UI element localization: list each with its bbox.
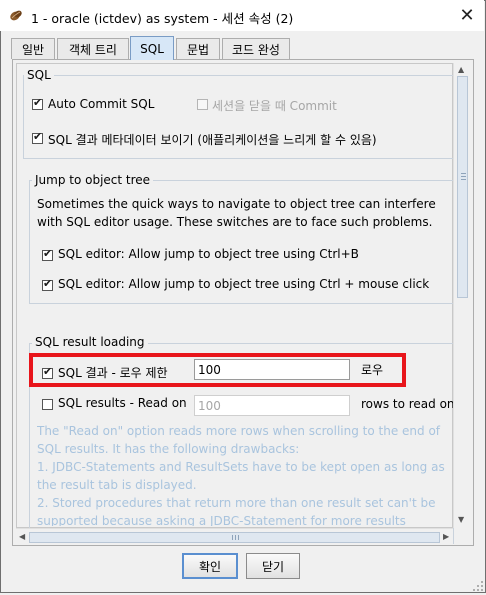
- tab-label: 문법: [186, 42, 210, 57]
- resize-grip-icon[interactable]: [472, 580, 484, 592]
- read-on-unit: rows to read on: [361, 397, 455, 411]
- scroll-up-icon[interactable]: ▲: [458, 65, 464, 74]
- scroll-down-icon[interactable]: ▼: [458, 515, 464, 524]
- read-on-checkbox[interactable]: [42, 399, 53, 410]
- commit-on-close-checkbox[interactable]: [197, 99, 208, 110]
- tab-label: 코드 완성: [232, 42, 280, 57]
- result-loading-group-title: SQL result loading: [32, 335, 148, 349]
- tab-code-completion[interactable]: 코드 완성: [222, 38, 290, 59]
- row-limit-highlight-box: [29, 353, 406, 387]
- tab-label: 객체 트리: [69, 42, 117, 57]
- grip-line: [461, 179, 466, 180]
- scroll-right-icon[interactable]: ▶: [443, 532, 449, 541]
- close-icon[interactable]: ✕: [453, 2, 481, 28]
- tab-label: 일반: [21, 42, 45, 57]
- ok-button[interactable]: 확인: [182, 553, 238, 579]
- show-metadata-checkbox[interactable]: [32, 130, 43, 144]
- scroll-left-icon[interactable]: ◀: [19, 532, 25, 541]
- vertical-scrollbar[interactable]: ▲ ▼: [453, 63, 470, 528]
- grip-line: [238, 535, 239, 540]
- close-button[interactable]: 닫기: [246, 553, 300, 579]
- title-bar: 1 - oracle (ictdev) as system - 세션 속성 (2…: [0, 0, 484, 31]
- commit-on-close-label: 세션을 닫을 때 Commit: [212, 99, 337, 113]
- vertical-scroll-thumb[interactable]: [457, 76, 468, 298]
- grip-line: [461, 176, 466, 177]
- horizontal-scrollbar[interactable]: ◀ ▶: [16, 528, 453, 545]
- jump-description: Sometimes the quick ways to navigate to …: [37, 197, 436, 229]
- auto-commit-label: Auto Commit SQL: [48, 97, 155, 111]
- show-metadata-label: SQL 결과 메타데이터 보이기 (애플리케이션을 느리게 할 수 있음): [48, 133, 377, 147]
- window-title: 1 - oracle (ictdev) as system - 세션 속성 (2…: [31, 11, 294, 26]
- grip-line: [232, 535, 233, 540]
- read-on-input[interactable]: 100: [194, 395, 350, 416]
- jump-group-title: Jump to object tree: [32, 173, 154, 187]
- ctrl-b-label: SQL editor: Allow jump to object tree us…: [58, 247, 359, 261]
- horizontal-scroll-thumb[interactable]: [29, 532, 440, 543]
- read-on-description: The "Read on" option reads more rows whe…: [37, 424, 445, 526]
- sql-group-title: SQL: [24, 68, 54, 82]
- auto-commit-checkbox[interactable]: [32, 96, 43, 110]
- grip-line: [235, 535, 236, 540]
- ctrl-click-checkbox[interactable]: [42, 277, 53, 291]
- tab-general[interactable]: 일반: [11, 38, 55, 59]
- ctrl-b-checkbox[interactable]: [42, 247, 53, 261]
- tab-label: SQL: [140, 41, 164, 56]
- tab-syntax[interactable]: 문법: [176, 38, 220, 59]
- tab-sql[interactable]: SQL: [130, 36, 174, 60]
- coffee-bean-icon: [9, 9, 23, 21]
- ctrl-click-label: SQL editor: Allow jump to object tree us…: [58, 277, 430, 291]
- tab-object-tree[interactable]: 객체 트리: [57, 38, 129, 59]
- read-on-label: SQL results - Read on: [58, 396, 187, 410]
- grip-line: [461, 173, 466, 174]
